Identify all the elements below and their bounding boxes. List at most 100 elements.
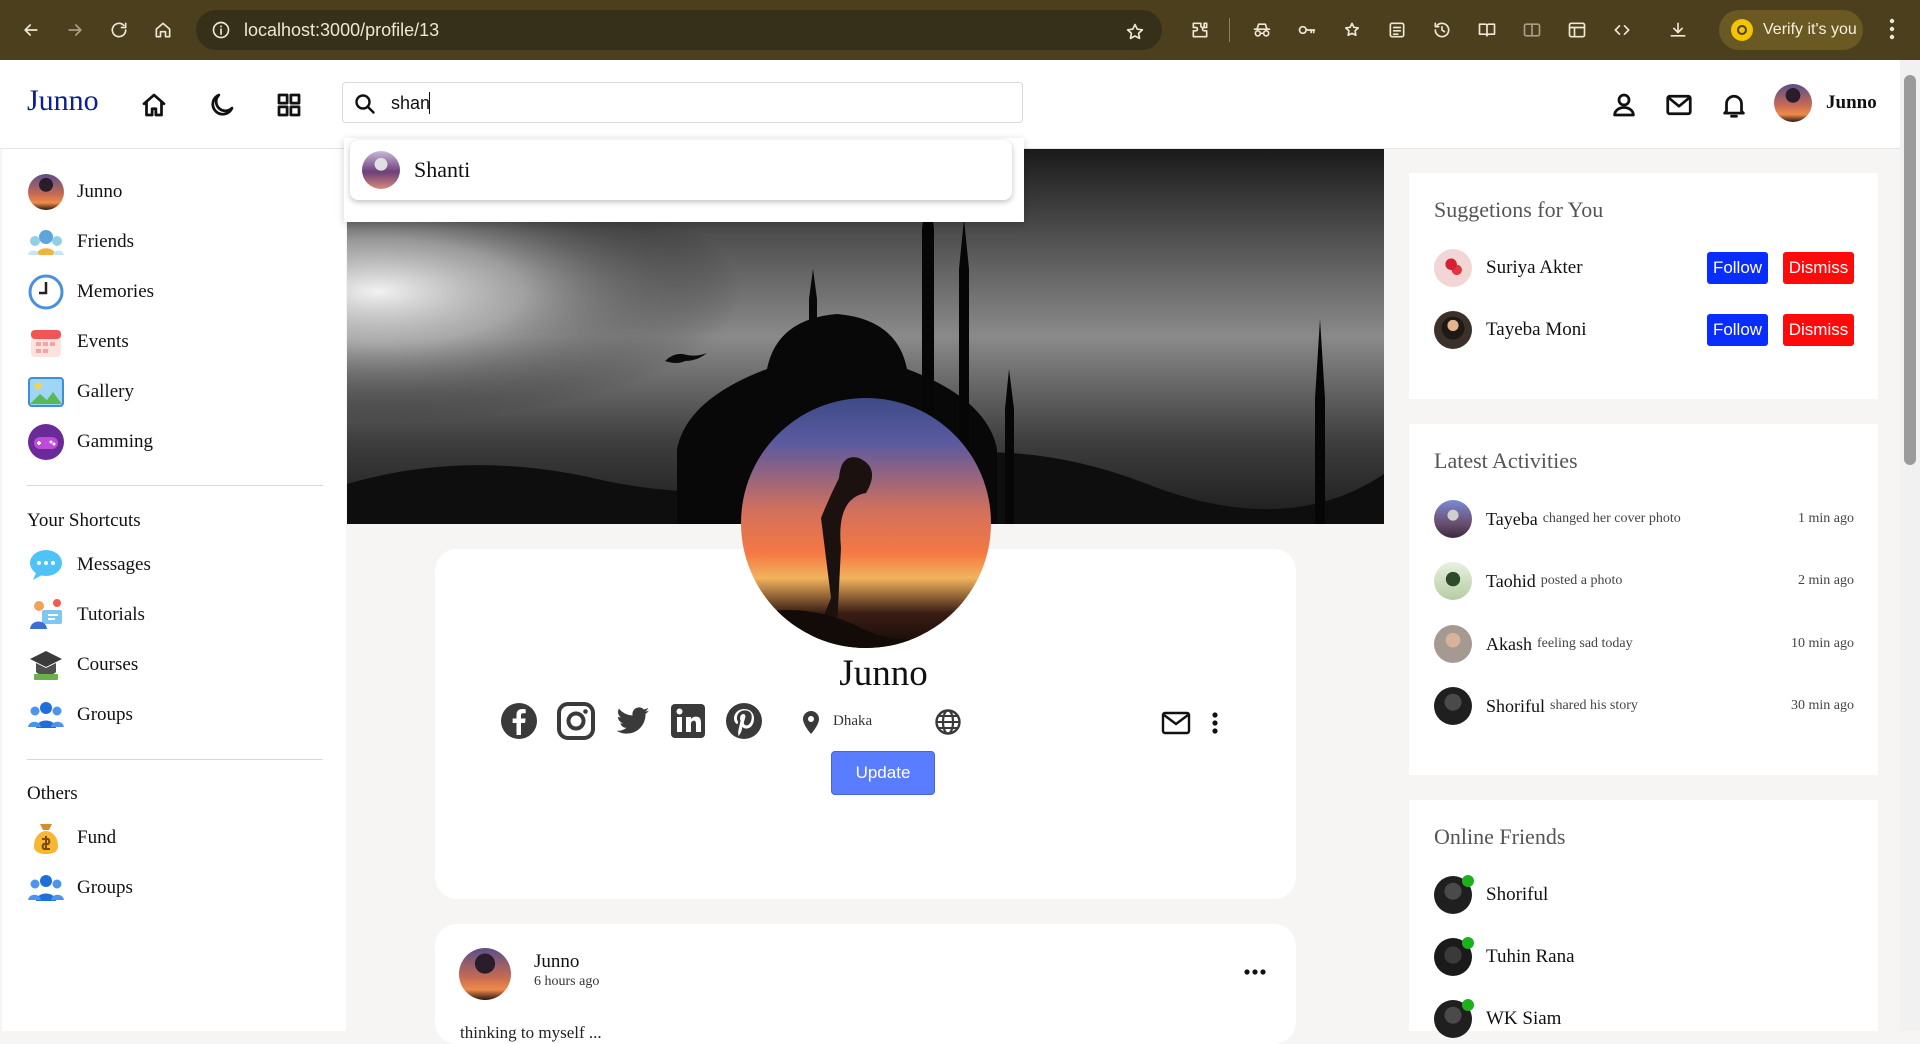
twitter-icon[interactable] [612, 701, 652, 741]
activity-user[interactable]: Shoriful [1486, 696, 1545, 717]
sidebar-item-fund[interactable]: Fund [27, 818, 116, 858]
sidebar-item-label: Events [77, 331, 129, 352]
avatar[interactable] [1434, 687, 1472, 725]
app-logo[interactable]: Junno [27, 84, 99, 118]
post-more-icon[interactable] [1243, 963, 1267, 981]
forward-icon[interactable] [62, 17, 88, 43]
update-button[interactable]: Update [831, 751, 935, 795]
profile-user-icon[interactable] [1609, 90, 1639, 120]
search-input[interactable] [391, 91, 991, 115]
sidebar-item-junno[interactable]: Junno [27, 172, 122, 212]
sidebar-item-friends[interactable]: Friends [27, 222, 134, 262]
sidebar-item-groups[interactable]: Groups [27, 695, 133, 735]
online-friends-card: Online Friends Shoriful Tuhin Rana WK Si… [1409, 800, 1878, 1038]
suggestion-row: Suriya Akter Follow Dismiss [1434, 248, 1854, 288]
dismiss-button[interactable]: Dismiss [1783, 314, 1854, 346]
group-icon [27, 869, 65, 907]
split-screen-icon[interactable] [1519, 17, 1545, 43]
sidebar-item-memories[interactable]: Memories [27, 272, 154, 312]
tab-layout-icon[interactable] [1564, 17, 1590, 43]
search-icon [355, 94, 375, 114]
sidebar-item-messages[interactable]: Messages [27, 545, 151, 585]
activity-row: Shoriful shared his story 30 min ago [1434, 686, 1854, 726]
activity-row: Tayeba changed her cover photo 1 min ago [1434, 499, 1854, 539]
online-friend-row[interactable]: WK Siam [1434, 999, 1561, 1039]
site-info-icon[interactable] [208, 17, 234, 43]
current-user-name: Junno [1826, 92, 1877, 113]
home-icon[interactable] [150, 17, 176, 43]
devtools-code-icon[interactable] [1609, 17, 1635, 43]
incognito-icon[interactable] [1249, 17, 1275, 43]
avatar[interactable] [1434, 625, 1472, 663]
online-friend-row[interactable]: Shoriful [1434, 875, 1548, 915]
current-user[interactable]: Junno [1774, 84, 1877, 122]
activity-user[interactable]: Taohid [1486, 571, 1536, 592]
linkedin-icon[interactable] [668, 701, 708, 741]
suggestion-name[interactable]: Suriya Akter [1486, 257, 1583, 279]
online-friend-name: Tuhin Rana [1486, 946, 1575, 967]
activity-desc: posted a photo [1540, 573, 1623, 588]
history-icon[interactable] [1429, 17, 1455, 43]
instagram-icon[interactable] [556, 701, 596, 741]
sidebar-item-groups-others[interactable]: Groups [27, 868, 133, 908]
sidebar-item-gallery[interactable]: Gallery [27, 372, 134, 412]
pinterest-icon[interactable] [724, 701, 764, 741]
sidebar-item-gamming[interactable]: Gamming [27, 422, 153, 462]
sidebar-item-label: Tutorials [77, 604, 145, 625]
extensions-puzzle-icon[interactable] [1187, 17, 1213, 43]
activity-user[interactable]: Tayeba [1486, 509, 1538, 530]
suggestion-name[interactable]: Tayeba Moni [1486, 319, 1587, 341]
avatar[interactable] [1434, 562, 1472, 600]
activity-time: 30 min ago [1791, 698, 1854, 713]
page-scrollbar[interactable] [1900, 60, 1920, 1031]
sidebar-item-tutorials[interactable]: Tutorials [27, 595, 145, 635]
follow-button[interactable]: Follow [1707, 252, 1768, 284]
download-icon[interactable] [1665, 17, 1691, 43]
suggestions-title: Suggetions for You [1434, 197, 1604, 222]
favorites-star-icon[interactable] [1339, 17, 1365, 43]
home-icon[interactable] [139, 90, 169, 120]
verify-profile-button[interactable]: Verify it's you [1719, 10, 1863, 50]
money-bag-icon [27, 819, 65, 857]
avatar[interactable] [1434, 249, 1472, 287]
others-heading: Others [27, 783, 78, 804]
password-key-icon[interactable] [1294, 17, 1320, 43]
sidebar-item-events[interactable]: Events [27, 322, 129, 362]
reading-list-icon[interactable] [1384, 17, 1410, 43]
avatar[interactable] [1434, 500, 1472, 538]
dismiss-button[interactable]: Dismiss [1783, 252, 1854, 284]
profile-picture[interactable] [741, 398, 991, 648]
clock-icon [27, 273, 65, 311]
notifications-bell-icon[interactable] [1719, 90, 1749, 120]
sidebar-item-label: Memories [77, 281, 155, 302]
activity-row: Taohid posted a photo 2 min ago [1434, 561, 1854, 601]
dark-mode-moon-icon[interactable] [207, 90, 237, 120]
browser-menu-icon[interactable] [1889, 18, 1895, 45]
search-results-dropdown: Shanti [344, 138, 1024, 222]
reload-icon[interactable] [106, 17, 132, 43]
url-text[interactable]: localhost:3000/profile/13 [244, 20, 439, 41]
facebook-icon[interactable] [499, 701, 539, 741]
shortcuts-heading: Your Shortcuts [27, 510, 141, 531]
reader-mode-icon[interactable] [1474, 17, 1500, 43]
search-box[interactable] [342, 82, 1023, 123]
website-globe-icon[interactable] [934, 708, 962, 741]
sidebar-item-label: Fund [77, 827, 117, 848]
avatar[interactable] [1434, 311, 1472, 349]
profile-more-icon[interactable] [1211, 711, 1219, 740]
address-bar[interactable]: localhost:3000/profile/13 [196, 10, 1162, 50]
message-mail-icon[interactable] [1161, 711, 1191, 740]
online-friend-row[interactable]: Tuhin Rana [1434, 937, 1575, 977]
verify-label: Verify it's you [1763, 21, 1857, 38]
search-result-item[interactable]: Shanti [350, 140, 1012, 200]
bookmark-star-icon[interactable] [1122, 19, 1148, 45]
follow-button[interactable]: Follow [1707, 314, 1768, 346]
apps-grid-icon[interactable] [274, 90, 304, 120]
back-icon[interactable] [18, 17, 44, 43]
mail-icon[interactable] [1664, 90, 1694, 120]
post-author[interactable]: Junno [534, 951, 579, 973]
online-status-dot [1462, 999, 1474, 1011]
activity-user[interactable]: Akash [1486, 634, 1532, 655]
avatar [1774, 84, 1812, 122]
scrollbar-thumb[interactable] [1904, 75, 1916, 465]
